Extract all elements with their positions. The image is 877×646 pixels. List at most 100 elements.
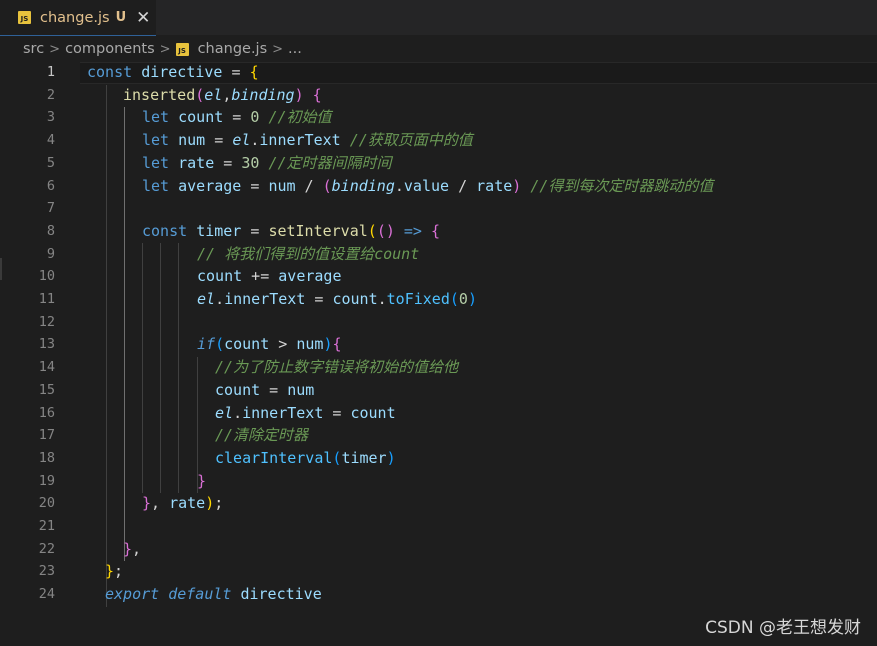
code-line[interactable]: 22 }, [0,538,877,561]
line-number: 22 [38,540,55,557]
token: ; [114,562,124,581]
token: let [142,176,170,195]
token: inserted [123,85,196,104]
code-line[interactable]: 5 let rate = 30 //定时器间隔时间 [0,152,877,175]
token: timer [341,448,387,467]
token: num [268,176,296,195]
token: directive [240,585,322,604]
code-text: clearInterval(timer) [215,447,396,470]
token: = [214,153,242,172]
token: ) [386,448,396,467]
token: count [224,335,270,354]
code-line[interactable]: 14 //为了防止数字错误将初始的值给他 [0,356,877,379]
token: export [105,585,160,604]
line-number: 2 [46,86,55,103]
token: = [205,131,233,150]
breadcrumb-change-js[interactable]: change.js [198,41,268,57]
token: () [376,221,395,240]
token: num [296,335,324,354]
code-text: let average = num / (binding.value / rat… [142,175,713,198]
token: { [249,63,259,81]
chevron-right-icon: > [272,41,284,57]
code-line[interactable]: 4 let num = el.innerText //获取页面中的值 [0,129,877,152]
code-line[interactable]: 16 el.innerText = count [0,402,877,425]
code-line[interactable]: 6 let average = num / (binding.value / r… [0,175,877,198]
code-text: const directive = { [87,61,259,84]
code-line[interactable]: 10 count += average [0,265,877,288]
token: toFixed [386,290,450,308]
code-line[interactable]: 11 el.innerText = count.toFixed(0) [0,288,877,311]
token: value [403,176,450,195]
token: ( [367,221,377,240]
code-editor[interactable]: 1 const directive = { 2 inserted(el,bind… [0,61,877,646]
javascript-file-icon: JS [175,42,189,56]
token: ( [322,176,332,195]
close-icon[interactable]: ✕ [136,8,150,28]
token: innerText [242,403,324,422]
code-line[interactable]: 21 [0,515,877,538]
token: = [241,176,269,195]
token: ( [215,335,225,354]
token: innerText [259,131,341,150]
code-line[interactable]: 24 export default directive [0,583,877,606]
line-number: 15 [38,381,55,398]
code-line[interactable]: 3 let count = 0 //初始值 [0,106,877,129]
token: => [394,221,431,240]
token: } [105,562,115,581]
breadcrumb-components[interactable]: components [65,41,155,57]
token: = [260,380,288,399]
token: } [123,539,133,558]
javascript-file-icon: JS [18,11,31,24]
code-line[interactable]: 23 }; [0,560,877,583]
code-line[interactable]: 9 // 将我们得到的值设置给count [0,243,877,266]
code-line[interactable]: 15 count = num [0,379,877,402]
tab-change-js[interactable]: JS change.js U ✕ [0,0,156,36]
line-number: 1 [46,64,55,80]
token: = [222,63,250,81]
token: num [287,380,315,399]
token: , [151,494,170,513]
token: //定时器间隔时间 [268,153,392,172]
token: ( [195,85,205,104]
code-line[interactable]: 2 inserted(el,binding) { [0,84,877,107]
code-line[interactable]: 13 if(count > num){ [0,333,877,356]
code-line[interactable]: 8 const timer = setInterval(() => { [0,220,877,243]
token: / [295,176,323,195]
code-text: count += average [197,265,342,288]
code-text: let count = 0 //初始值 [142,106,332,129]
line-number: 18 [38,449,55,466]
code-line[interactable]: 1 const directive = { [0,61,877,84]
token: { [431,221,441,240]
line-number: 9 [46,245,55,262]
code-line[interactable]: 17 //清除定时器 [0,424,877,447]
code-text: // 将我们得到的值设置给count [197,243,419,266]
token: const [142,221,188,240]
token: let [142,131,170,150]
code-line[interactable]: 12 [0,311,877,334]
code-text: }; [105,560,123,583]
token: rate [169,494,206,513]
code-line[interactable]: 18 clearInterval(timer) [0,447,877,470]
token: directive [141,63,223,81]
code-line[interactable]: 19 } [0,470,877,493]
token: . [233,403,243,422]
token: el [215,403,234,422]
breadcrumb-src[interactable]: src [23,41,44,57]
token: setInterval [268,221,368,240]
token: = [241,221,269,240]
breadcrumb-symbols[interactable]: ... [288,41,302,57]
tab-file-name: change.js [40,9,110,26]
code-text: export default directive [105,583,322,606]
line-number: 8 [46,222,55,239]
code-line[interactable]: 7 [0,197,877,220]
token: rate [476,176,513,195]
line-number: 17 [38,427,55,444]
chevron-right-icon: > [159,41,171,57]
code-line[interactable]: 20 }, rate); [0,492,877,515]
